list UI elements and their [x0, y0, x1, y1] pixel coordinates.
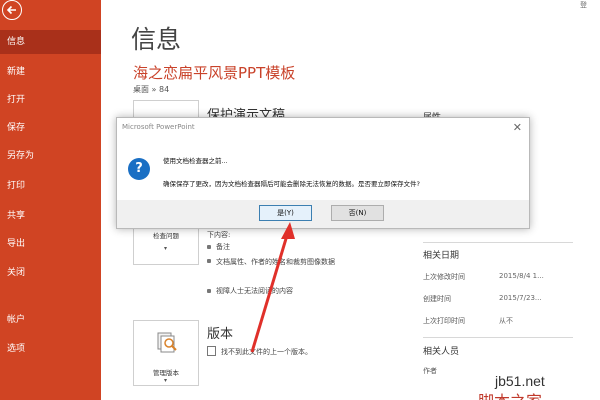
watermark-text: 脚本之家 — [478, 388, 542, 400]
watermark-site: jb51.net — [495, 373, 545, 389]
annotation-arrow — [250, 222, 295, 353]
